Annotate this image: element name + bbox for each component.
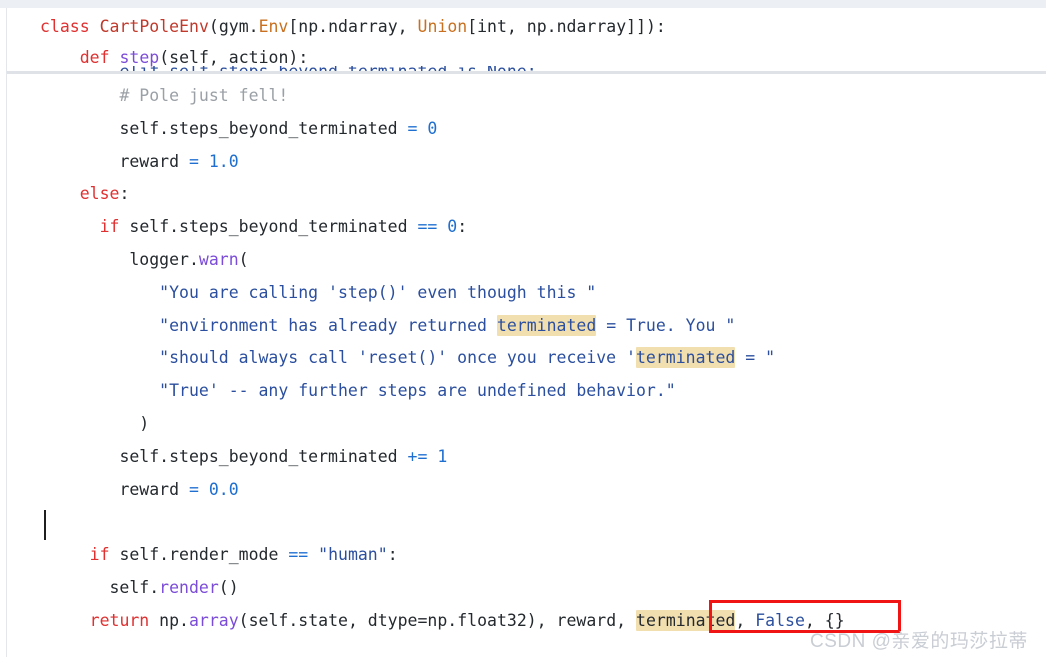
code-token: : [119,184,130,204]
code-token: = [188,479,209,499]
code-token: = [188,151,209,171]
code-token: np. [149,610,189,630]
code-token: class [40,17,100,36]
code-token: Env [258,17,289,36]
sticky-context-header: class CartPoleEnv(gym.Env[np.ndarray, Un… [7,8,1046,74]
class-def-line: class CartPoleEnv(gym.Env[np.ndarray, Un… [40,11,666,43]
code-token: () [218,578,239,597]
assign-steps-beyond-zero: self.steps_beyond_terminated = 0 [119,112,437,145]
code-content-area[interactable]: # Pole just fell! self.steps_beyond_termi… [7,74,1046,657]
csdn-watermark: CSDN @亲爱的玛莎拉蒂 [810,631,1028,652]
code-token: warn [198,250,239,269]
highlighted-token: terminated [635,347,736,369]
code-token: (gym. [208,17,259,36]
code-token: return [89,610,150,630]
code-token: : [457,217,468,237]
warn-string-line-4: "True' -- any further steps are undefine… [159,374,676,407]
code-token: array [189,610,239,630]
code-token: self.steps_beyond_terminated [119,118,408,138]
code-token: self.render_mode [109,545,289,565]
code-token: [int, np.ndarray]]): [467,17,666,36]
code-token: 0 [427,118,438,138]
code-token: else [79,184,120,204]
code-token: "environment has already returned [159,315,497,335]
code-token: self. [109,578,160,597]
code-token: if [99,217,120,237]
code-token: self.steps_beyond_terminated [119,217,418,237]
code-token: (self.state, dtype=np.float32), reward, [238,610,637,630]
code-token: == [417,217,438,237]
code-token: = [407,118,428,138]
code-token: step [119,48,160,67]
code-token: ( [238,250,249,269]
code-token: reward [119,151,189,171]
code-token: == [288,545,309,565]
code-token: = True. You " [596,315,736,335]
code-token: self.steps_beyond_terminated [119,446,408,466]
code-token: 0 [447,217,458,237]
warn-string-line-3: "should always call 'reset()' once you r… [159,341,775,374]
code-token: False [755,610,805,630]
text-caret [44,510,46,540]
call-self-render: self.render() [110,571,239,604]
code-token: "human" [318,545,388,565]
code-token: Union [417,17,468,36]
code-token: 0.0 [208,479,239,499]
if-render-mode-human: if self.render_mode == "human": [90,538,398,571]
code-token: # Pole just fell! [119,86,289,105]
assign-reward-one: reward = 1.0 [119,145,238,178]
code-token: [np.ndarray, [288,17,418,36]
warn-close-paren: ) [139,407,149,440]
logger-warn-call: logger.warn( [129,243,248,276]
code-token: : [387,545,398,565]
comment-pole-just-fell: # Pole just fell! [119,79,288,112]
code-token: += [407,446,428,466]
code-token: (self, action): [159,48,309,67]
return-statement: return np.array(self.state, dtype=np.flo… [90,604,845,637]
code-token: "True' -- any further steps are undefine… [159,381,676,401]
code-token: 1 [437,446,448,466]
code-token: def [79,48,120,67]
code-token: , [735,610,756,630]
code-token: logger. [129,250,199,269]
code-token: 1.0 [208,151,239,171]
if-steps-beyond-eq-zero: if self.steps_beyond_terminated == 0: [100,210,468,243]
warn-string-line-2: "environment has already returned termin… [159,309,735,342]
highlighted-token: terminated [496,314,597,336]
code-token: render [159,578,219,597]
code-token: "should always call 'reset()' once you r… [159,348,636,368]
code-token: reward [119,479,189,499]
warn-string-line-1: "You are calling 'step()' even though th… [159,276,596,309]
else-branch: else: [80,177,130,210]
code-token: = " [735,348,776,368]
code-token: ) [139,414,150,433]
code-token: CartPoleEnv [99,17,209,36]
code-token: if [89,545,110,565]
highlighted-token: terminated [636,609,736,631]
code-token: "You are calling 'step()' even though th… [159,282,597,302]
incr-steps-beyond: self.steps_beyond_terminated += 1 [119,440,447,473]
assign-reward-zero: reward = 0.0 [119,473,238,506]
code-editor-screenshot: class CartPoleEnv(gym.Env[np.ndarray, Un… [0,0,1046,657]
editor-top-strip [0,0,1046,8]
